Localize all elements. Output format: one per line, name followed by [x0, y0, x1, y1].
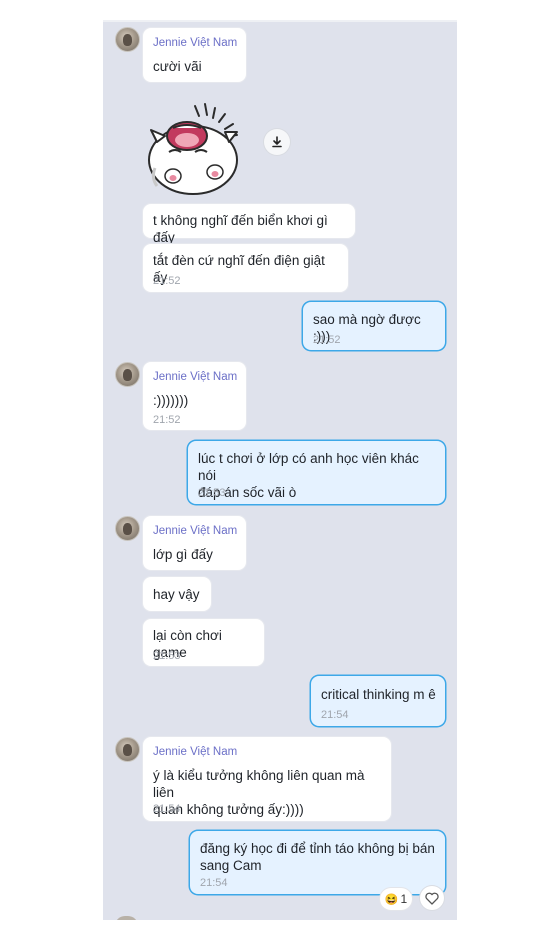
message-bubble[interactable]: Jennie Việt Nam :))))))) 21:52: [143, 362, 246, 430]
avatar[interactable]: [115, 362, 140, 387]
sender-name: Jennie Việt Nam: [153, 746, 238, 758]
message-text: cười vãi: [153, 59, 202, 74]
message-time: 21:53: [153, 650, 181, 662]
download-button[interactable]: [264, 129, 290, 155]
message-text: lúc t chơi ở lớp có anh học viên khác nó…: [198, 451, 419, 500]
sender-name: Jennie Việt Nam: [153, 371, 238, 383]
reaction-badge[interactable]: 😆 1: [380, 888, 412, 910]
laughing-cat-sticker[interactable]: [143, 102, 251, 202]
heart-icon: [425, 892, 439, 905]
message-text: t không nghĩ đến biển khơi gì đấy: [153, 213, 328, 245]
message-time: 21:54: [321, 709, 349, 721]
message-text: hay vậy: [153, 587, 200, 602]
laugh-emoji-icon: 😆: [384, 893, 399, 906]
sender-name: Jennie Việt Nam: [153, 37, 238, 49]
avatar[interactable]: [115, 27, 140, 52]
sent-message-bubble[interactable]: đăng ký học đi để tỉnh táo không bị bán …: [190, 831, 445, 894]
avatar[interactable]: [115, 516, 140, 541]
sender-name: Jennie Việt Nam: [153, 525, 238, 537]
chat-panel[interactable]: Jennie Việt Nam cười vãi t không nghĩ đế…: [103, 22, 457, 920]
message-time: 21:54: [153, 803, 181, 815]
sent-message-bubble[interactable]: sao mà ngờ được :))) 21:52: [303, 302, 445, 350]
message-bubble[interactable]: Jennie Việt Nam lớp gì đấy: [143, 516, 246, 570]
message-time: 21:52: [153, 414, 181, 426]
message-bubble[interactable]: lại còn chơi game 21:53: [143, 619, 264, 666]
message-text: tắt đèn cứ nghĩ đến điện giật ấy: [153, 253, 325, 285]
message-time: 21:54: [200, 877, 228, 889]
avatar[interactable]: [115, 737, 140, 762]
download-icon: [272, 136, 282, 148]
message-bubble[interactable]: hay vậy: [143, 577, 211, 611]
message-text: ý là kiểu tưởng không liên quan mà liên …: [153, 768, 365, 817]
message-bubble[interactable]: t không nghĩ đến biển khơi gì đấy: [143, 204, 355, 245]
message-text: :))))))): [153, 393, 189, 408]
react-heart-button[interactable]: [420, 886, 444, 910]
message-time: 21:53: [198, 487, 226, 499]
reaction-count: 1: [400, 892, 408, 906]
message-text: đăng ký học đi để tỉnh táo không bị bán …: [200, 841, 435, 873]
message-time: 21:52: [313, 334, 341, 346]
message-bubble[interactable]: tắt đèn cứ nghĩ đến điện giật ấy 21:52: [143, 244, 348, 292]
sent-message-bubble[interactable]: lúc t chơi ở lớp có anh học viên khác nó…: [188, 441, 445, 504]
message-text: lớp gì đấy: [153, 547, 213, 562]
message-time: 21:52: [153, 275, 181, 287]
message-bubble[interactable]: Jennie Việt Nam cười vãi: [143, 28, 246, 82]
avatar[interactable]: [115, 916, 138, 920]
message-text: critical thinking m ê: [321, 687, 436, 702]
message-bubble[interactable]: Jennie Việt Nam ý là kiểu tưởng không li…: [143, 737, 391, 821]
sent-message-bubble[interactable]: critical thinking m ê 21:54: [311, 676, 445, 726]
